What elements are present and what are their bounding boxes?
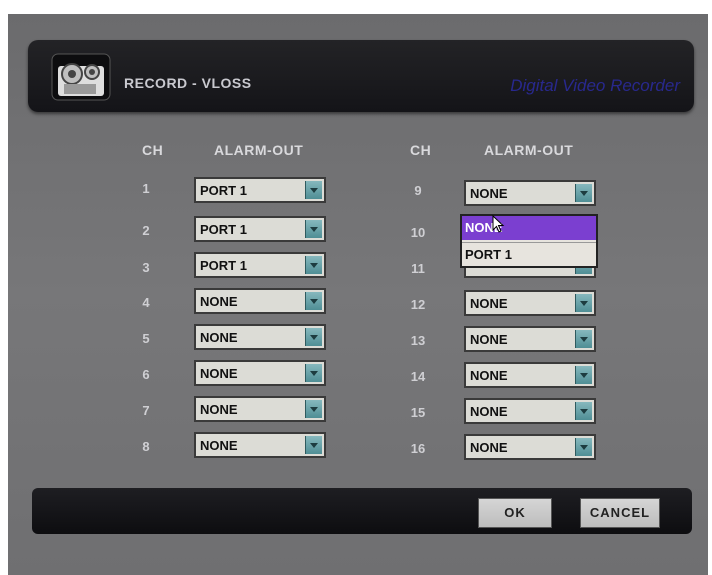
channel-number: 6 <box>142 367 150 382</box>
chevron-down-icon[interactable] <box>305 400 322 418</box>
popup-option-none[interactable]: NONE <box>462 216 596 240</box>
cancel-button[interactable]: CANCEL <box>580 498 660 528</box>
alarm-out-dropdown[interactable]: NONE <box>194 360 326 386</box>
chevron-down-icon[interactable] <box>575 438 592 456</box>
dropdown-value: NONE <box>470 368 508 383</box>
chevron-down-icon[interactable] <box>575 184 592 202</box>
channel-number: 13 <box>410 333 426 348</box>
chevron-down-icon[interactable] <box>305 181 322 199</box>
page-title: RECORD - VLOSS <box>124 75 252 91</box>
chevron-down-icon[interactable] <box>305 364 322 382</box>
alarm-out-dropdown[interactable]: NONE <box>464 180 596 206</box>
dropdown-value: NONE <box>470 404 508 419</box>
ok-button[interactable]: OK <box>478 498 552 528</box>
ch-header-left: CH <box>142 142 164 158</box>
dropdown-value: NONE <box>470 332 508 347</box>
chevron-down-icon[interactable] <box>305 256 322 274</box>
chevron-down-icon[interactable] <box>575 366 592 384</box>
channel-number: 14 <box>410 369 426 384</box>
camera-icon <box>51 53 111 101</box>
mouse-cursor-icon <box>492 215 505 233</box>
alarm-out-dropdown[interactable]: NONE <box>194 432 326 458</box>
alarm-out-dropdown[interactable]: NONE <box>194 288 326 314</box>
channel-number: 12 <box>410 297 426 312</box>
alarm-out-header-right: ALARM-OUT <box>484 142 574 158</box>
dropdown-value: NONE <box>470 296 508 311</box>
alarm-out-dropdown[interactable]: NONE <box>194 324 326 350</box>
alarm-out-header-left: ALARM-OUT <box>214 142 304 158</box>
channel-number: 9 <box>414 183 422 198</box>
channel-number: 16 <box>410 441 426 456</box>
chevron-down-icon[interactable] <box>575 294 592 312</box>
chevron-down-icon[interactable] <box>305 220 322 238</box>
channel-number: 15 <box>410 405 426 420</box>
dropdown-value: NONE <box>470 440 508 455</box>
channel-number: 4 <box>142 295 150 310</box>
alarm-out-dropdown[interactable]: NONE <box>194 396 326 422</box>
dropdown-value: NONE <box>200 330 238 345</box>
alarm-out-dropdown[interactable]: NONE <box>464 398 596 424</box>
channel-number: 3 <box>142 260 150 275</box>
dropdown-value: NONE <box>200 366 238 381</box>
chevron-down-icon[interactable] <box>575 402 592 420</box>
channel-number: 2 <box>142 223 150 238</box>
dropdown-value: NONE <box>200 438 238 453</box>
brand-label: Digital Video Recorder <box>510 76 680 95</box>
channel-number: 11 <box>411 261 425 276</box>
dropdown-value: NONE <box>200 294 238 309</box>
chevron-down-icon[interactable] <box>305 328 322 346</box>
ch-header-right: CH <box>410 142 432 158</box>
dropdown-value: NONE <box>470 186 508 201</box>
channel-number: 8 <box>142 439 150 454</box>
dropdown-value: PORT 1 <box>200 222 247 237</box>
channel-number: 7 <box>142 403 150 418</box>
dropdown-popup: NONE PORT 1 <box>460 214 598 268</box>
chevron-down-icon[interactable] <box>575 330 592 348</box>
alarm-out-dropdown[interactable]: NONE <box>464 326 596 352</box>
chevron-down-icon[interactable] <box>305 292 322 310</box>
alarm-out-dropdown[interactable]: NONE <box>464 434 596 460</box>
popup-option-port-1[interactable]: PORT 1 <box>462 242 596 266</box>
dropdown-value: PORT 1 <box>200 183 247 198</box>
dropdown-value: PORT 1 <box>200 258 247 273</box>
alarm-out-dropdown[interactable]: PORT 1 <box>194 177 326 203</box>
channel-number: 10 <box>410 225 426 240</box>
alarm-out-dropdown[interactable]: PORT 1 <box>194 252 326 278</box>
alarm-out-dropdown[interactable]: PORT 1 <box>194 216 326 242</box>
chevron-down-icon[interactable] <box>305 436 322 454</box>
dropdown-value: NONE <box>200 402 238 417</box>
alarm-out-dropdown[interactable]: NONE <box>464 362 596 388</box>
channel-number: 5 <box>142 331 150 346</box>
channel-number: 1 <box>142 181 150 196</box>
alarm-out-dropdown[interactable]: NONE <box>464 290 596 316</box>
